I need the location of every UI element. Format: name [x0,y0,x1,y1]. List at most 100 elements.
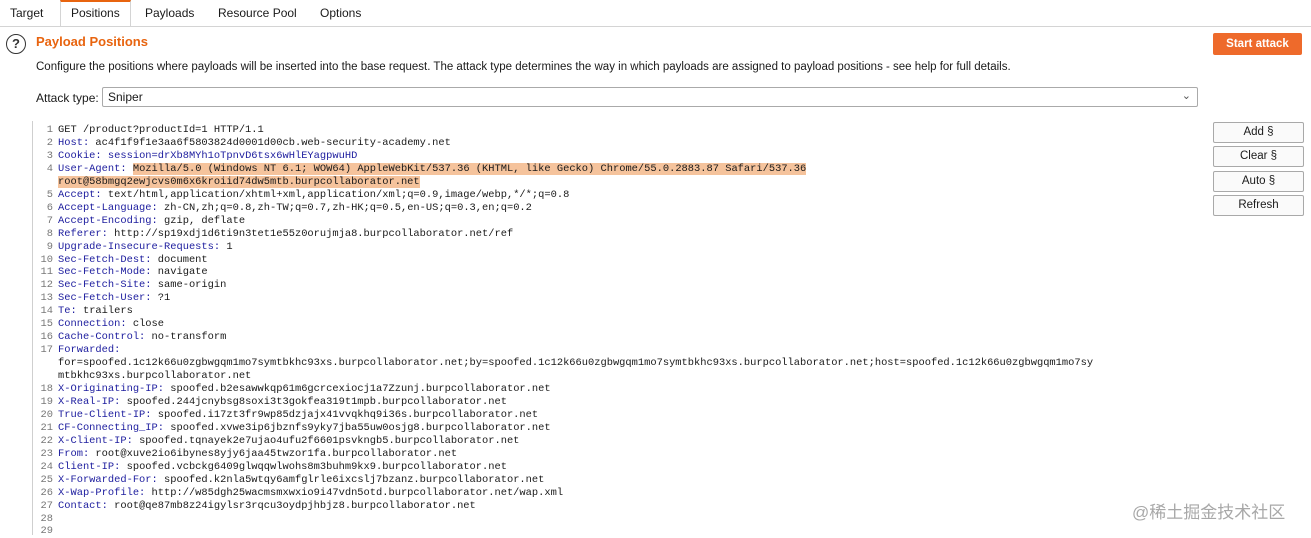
line-number: 14 [40,305,53,318]
start-attack-button[interactable]: Start attack [1213,33,1302,55]
chevron-down-icon: ⌄ [1181,90,1191,102]
line-content: for=spoofed.1c12k66u0zgbwgqm1mo7symtbkhc… [58,357,1093,370]
line-content: Sec-Fetch-Dest: document [58,254,208,267]
header-value: document [151,253,208,266]
line-number: 24 [40,460,53,473]
line-content: Connection: close [58,318,164,331]
attack-type-value: Sniper [108,90,143,104]
header-value: same-origin [151,279,227,292]
header-name: True-Client-IP: [58,408,152,421]
line-content: X-Real-IP: spoofed.244jcnybsg8soxi3t3gok… [58,396,507,409]
line-number: 7 [46,214,53,227]
header-value: trailers [76,305,133,318]
line-content: Client-IP: spoofed.vcbckg6409glwqqwlwohs… [58,461,507,474]
header-value: gzip, deflate [157,214,246,227]
header-value: spoofed.vcbckg6409glwqqwlwohs8m3buhm9kx9… [120,460,507,473]
watermark: @稀土掘金技术社区 [1132,503,1286,522]
header-value: root@xuve2io6ibynes8yjy6jaa45twzor1fa.bu… [89,447,458,460]
line-content: Contact: root@qe87mb8z24igylsr3rqcu3oydp… [58,500,476,513]
header-value: zh-CN,zh;q=0.8,zh-TW;q=0.7,zh-HK;q=0.5,e… [157,201,532,214]
header-name: Host: [58,136,90,149]
line-number: 19 [40,395,53,408]
header-value [127,163,133,175]
clear-markers-button[interactable]: Clear § [1213,146,1304,167]
header-name: Cache-Control: [58,331,146,344]
header-value: http://w85dgh25wacmsmxwxio9i47vdn5otd.bu… [145,486,564,499]
header-name: Te: [58,305,77,318]
line-number: 17 [40,344,53,357]
line-content: GET /product?productId=1 HTTP/1.1 [58,124,264,137]
line-content: Accept: text/html,application/xhtml+xml,… [58,189,569,202]
section-description: Configure the positions where payloads w… [36,61,1011,73]
tab-options[interactable]: Options [310,0,371,26]
line-content: True-Client-IP: spoofed.i17zt3fr9wp85dzj… [58,409,538,422]
line-number: 2 [46,136,53,149]
header-name: From: [58,447,90,460]
line-number: 22 [40,434,53,447]
header-name: Accept: [58,188,102,201]
tab-positions[interactable]: Positions [60,0,131,26]
line-content: Cookie: session=drXb8MYh1oTpnvD6tsx6wHlE… [58,150,357,163]
help-icon[interactable]: ? [6,34,26,54]
header-name: Client-IP: [58,460,121,473]
line-number: 27 [40,499,53,512]
line-number: 8 [46,227,53,240]
header-value: spoofed.244jcnybsg8soxi3t3gokfea319t1mpb… [120,395,507,408]
line-content: X-Client-IP: spoofed.tqnayek2e7ujao4ufu2… [58,435,519,448]
line-content: From: root@xuve2io6ibynes8yjy6jaa45twzor… [58,448,457,461]
header-value: ac4f1f9f1e3aa6f5803824d0001d00cb.web-sec… [89,136,451,149]
request-editor[interactable]: 1 GET /product?productId=1 HTTP/1.1 2 Host:… [32,121,1201,538]
payload-position: root@58bmgq2ewjcvs0m6x6kroiid74dw5mtb.bu… [58,175,420,188]
header-name: CF-Connecting_IP: [58,421,165,434]
line-number: 6 [46,201,53,214]
header-name: Contact: [58,499,108,512]
auto-markers-button[interactable]: Auto § [1213,171,1304,192]
line-content: User-Agent: Mozilla/5.0 (Windows NT 6.1;… [58,162,807,176]
line-number: 29 [40,525,53,538]
tab-payloads[interactable]: Payloads [135,0,204,26]
line-content: mtbkhc93xs.burpcollaborator.net [58,370,251,383]
header-value: for=spoofed.1c12k66u0zgbwgqm1mo7symtbkhc… [58,357,1094,370]
header-name: X-Forwarded-For: [58,473,158,486]
header-value: mtbkhc93xs.burpcollaborator.net [58,370,252,383]
line-number: 18 [40,383,53,395]
header-value: root@qe87mb8z24igylsr3rqcu3oydpjhbjz8.bu… [107,499,476,512]
refresh-button[interactable]: Refresh [1213,195,1304,216]
header-value: spoofed.b2esawwkqp61m6gcrcexiocj1a7Zzunj… [164,383,551,395]
header-name: Referer: [58,227,108,240]
header-value: 1 [220,240,233,253]
line-number: 13 [40,292,53,305]
header-name: Cookie: [58,149,102,162]
header-value: text/html,application/xhtml+xml,applicat… [101,188,570,201]
add-marker-button[interactable]: Add § [1213,122,1304,143]
line-content: Te: trailers [58,305,133,318]
header-name: Upgrade-Insecure-Requests: [58,240,221,253]
line-number: 5 [46,188,53,201]
line-number: 10 [40,253,53,266]
header-value: spoofed.tqnayek2e7ujao4ufu2f6601psvkngb5… [132,434,520,447]
attack-type-label: Attack type: [36,91,99,105]
header-name: X-Real-IP: [58,395,121,408]
attack-type-select[interactable]: Sniper ⌄ [102,87,1198,107]
line-number: 1 [46,124,53,136]
tab-bar: Target Positions Payloads Resource Pool … [0,0,1311,27]
header-name: Sec-Fetch-Mode: [58,266,152,279]
line-number: 9 [46,240,53,253]
line-content: Upgrade-Insecure-Requests: 1 [58,241,233,254]
header-name: Accept-Language: [58,201,158,214]
line-number: 28 [40,512,53,525]
header-name: Sec-Fetch-Dest: [58,253,152,266]
header-name: X-Wap-Profile: [58,486,146,499]
header-name: Forwarded: [58,344,121,357]
line-content: Host: ac4f1f9f1e3aa6f5803824d0001d00cb.w… [58,137,451,150]
header-name: X-Client-IP: [58,434,133,447]
tab-resource-pool[interactable]: Resource Pool [208,0,307,26]
header-value: navigate [151,266,208,279]
line-content: Referer: http://sp19xdj1d6ti9n3tet1e55z0… [58,228,513,241]
tab-target[interactable]: Target [0,0,53,26]
line-content: X-Originating-IP: spoofed.b2esawwkqp61m6… [58,383,551,396]
line-number: 26 [40,486,53,499]
header-value: session=drXb8MYh1oTpnvD6tsx6wHlEYagpwuHD [101,149,358,162]
header-value: GET /product?productId=1 HTTP/1.1 [58,124,264,136]
line-number: 11 [40,266,53,279]
